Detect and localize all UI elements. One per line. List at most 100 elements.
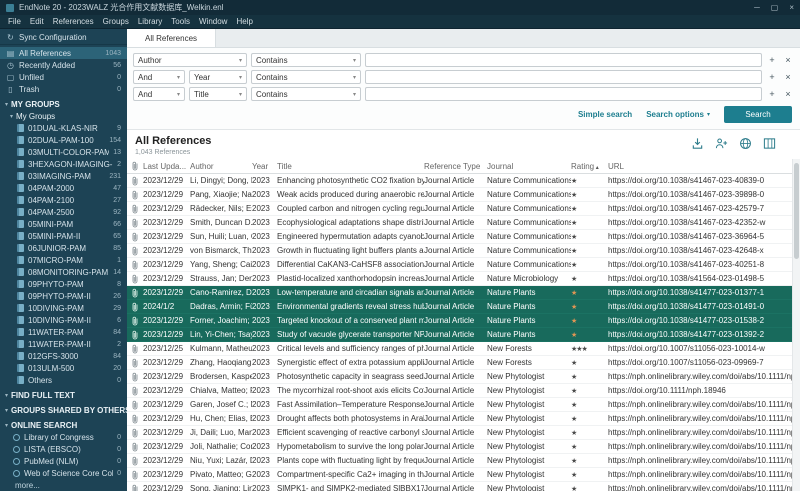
boolean-operator-select[interactable]: And▾ <box>133 70 185 84</box>
menu-groups[interactable]: Groups <box>99 16 133 27</box>
group-item-02dual-pam-100[interactable]: 02DUAL-PAM-100154 <box>0 134 127 146</box>
sidebar-item-trash[interactable]: ▯Trash0 <box>0 83 127 95</box>
menu-library[interactable]: Library <box>134 16 166 27</box>
table-row[interactable]: 2023/12/29Garen, Josef C.; Mich...2023Fa… <box>127 398 792 412</box>
group-item-01dual-klas-nir[interactable]: 01DUAL-KLAS-NIR9 <box>0 122 127 134</box>
minimize-button[interactable]: ─ <box>754 3 760 12</box>
table-row[interactable]: 2023/12/29Pivato, Matteo; Gren...2023Com… <box>127 468 792 482</box>
group-item-04pam-2100[interactable]: 04PAM-210027 <box>0 194 127 206</box>
sidebar-subsection-my-groups[interactable]: ▾ My Groups <box>0 110 127 122</box>
search-button[interactable]: Search <box>724 106 792 123</box>
sidebar-item-recently-added[interactable]: ◷Recently Added56 <box>0 59 127 71</box>
table-row[interactable]: 2023/12/29Li, Dingyi; Dong, Hon...2023En… <box>127 174 792 188</box>
import-references-icon[interactable] <box>691 137 704 150</box>
table-row[interactable]: 2023/12/29Yang, Sheng; Cai, We...2023Dif… <box>127 258 792 272</box>
group-item-10diving-pam[interactable]: 10DIVING-PAM29 <box>0 302 127 314</box>
table-row[interactable]: 2024/1/2Dadras, Armin; Fürst-...2023Envi… <box>127 300 792 314</box>
table-row[interactable]: 2023/12/29Joli, Nathalie; Concia...2023H… <box>127 440 792 454</box>
table-row[interactable]: 2023/12/29Pang, Xiaojie; Nawro...2023Wea… <box>127 188 792 202</box>
remove-search-row-button[interactable]: × <box>782 72 794 82</box>
sidebar-item-all-references[interactable]: ▤All References1043 <box>0 47 127 59</box>
group-item-03multi-color-pam[interactable]: 03MULTI-COLOR-PAM13 <box>0 146 127 158</box>
table-row[interactable]: 2023/12/29Forner, Joachim; Klei...2023Ta… <box>127 314 792 328</box>
search-field-select[interactable]: Author▾ <box>133 53 247 67</box>
table-row[interactable]: 2023/12/29Strauss, Jan; Deng, Lo...2023P… <box>127 272 792 286</box>
search-condition-select[interactable]: Contains▾ <box>251 87 361 101</box>
sidebar-item-unfiled[interactable]: ▢Unfiled0 <box>0 71 127 83</box>
sidebar-section-my-groups[interactable]: ▾ MY GROUPS <box>0 98 127 110</box>
menu-tools[interactable]: Tools <box>167 16 194 27</box>
sidebar-section-find-full-text[interactable]: ▾ FIND FULL TEXT <box>0 389 127 401</box>
column-header-last-upda[interactable]: Last Upda... <box>143 162 190 171</box>
sidebar-sync-configuration[interactable]: ↻ Sync Configuration <box>0 30 127 45</box>
online-item-pubmed-nlm[interactable]: PubMed (NLM)0 <box>0 455 127 467</box>
column-header-title[interactable]: Title <box>277 162 424 171</box>
column-header-year[interactable]: Year <box>252 162 277 171</box>
column-header-url[interactable]: URL <box>608 162 792 171</box>
column-header-rating[interactable]: Rating ▴ <box>571 162 608 171</box>
search-value-input[interactable] <box>365 70 762 84</box>
online-item-lista-ebsco[interactable]: LISTA (EBSCO)0 <box>0 443 127 455</box>
group-item-06junior-pam[interactable]: 06JUNIOR-PAM85 <box>0 242 127 254</box>
online-item-library-of-congress[interactable]: Library of Congress0 <box>0 431 127 443</box>
group-item-07micro-pam[interactable]: 07MICRO-PAM1 <box>0 254 127 266</box>
search-field-select[interactable]: Title▾ <box>189 87 247 101</box>
group-item-05mini-pam-ii[interactable]: 05MINI-PAM-II65 <box>0 230 127 242</box>
online-item-web-of-science-core-colle[interactable]: Web of Science Core Colle...0 <box>0 467 127 479</box>
remove-search-row-button[interactable]: × <box>782 89 794 99</box>
layout-columns-icon[interactable] <box>763 137 776 150</box>
table-row[interactable]: 2023/12/29Chialva, Matteo; Pato...2023Th… <box>127 384 792 398</box>
group-item-03imaging-pam[interactable]: 03IMAGING-PAM231 <box>0 170 127 182</box>
search-condition-select[interactable]: Contains▾ <box>251 53 361 67</box>
sidebar-item-more[interactable]: more... <box>0 479 127 491</box>
search-options-link[interactable]: Search options ▾ <box>646 110 710 119</box>
maximize-button[interactable]: ▢ <box>771 3 779 12</box>
group-item-09phyto-pam-ii[interactable]: 09PHYTO-PAM-II26 <box>0 290 127 302</box>
search-field-select[interactable]: Year▾ <box>189 70 247 84</box>
share-library-icon[interactable] <box>715 137 728 150</box>
group-item-09phyto-pam[interactable]: 09PHYTO-PAM8 <box>0 278 127 290</box>
column-header-journal[interactable]: Journal <box>487 162 571 171</box>
boolean-operator-select[interactable]: And▾ <box>133 87 185 101</box>
column-header-author[interactable]: Author <box>190 162 252 171</box>
add-search-row-button[interactable]: + <box>766 72 778 82</box>
table-row[interactable]: 2023/12/29Hu, Chen; Elias, Edua...2023Dr… <box>127 412 792 426</box>
table-row[interactable]: 2023/12/29Song, Jianing; Lin, Rui...2023… <box>127 482 792 491</box>
column-header-reference-type[interactable]: Reference Type <box>424 162 487 171</box>
group-item-08monitoring-pam[interactable]: 08MONITORING-PAM14 <box>0 266 127 278</box>
sidebar-section-groups-shared[interactable]: ▾ GROUPS SHARED BY OTHERS <box>0 404 127 416</box>
table-row[interactable]: 2023/12/29Sun, Huili; Luan, Guo...2023En… <box>127 230 792 244</box>
table-row[interactable]: 2023/12/29Niu, Yuxi; Lazár, Duša...2023P… <box>127 454 792 468</box>
vertical-scrollbar[interactable] <box>792 159 800 491</box>
tab-all-references[interactable]: All References <box>127 29 216 47</box>
group-item-others[interactable]: Others0 <box>0 374 127 386</box>
online-search-globe-icon[interactable] <box>739 137 752 150</box>
group-item-012gfs-3000[interactable]: 012GFS-300084 <box>0 350 127 362</box>
menu-edit[interactable]: Edit <box>26 16 48 27</box>
add-search-row-button[interactable]: + <box>766 89 778 99</box>
menu-help[interactable]: Help <box>232 16 256 27</box>
table-row[interactable]: 2023/12/29Lin, Yi-Chen; Tsay, Yi-...2023… <box>127 328 792 342</box>
group-item-11water-pam-ii[interactable]: 11WATER-PAM-II2 <box>0 338 127 350</box>
menu-window[interactable]: Window <box>195 16 231 27</box>
remove-search-row-button[interactable]: × <box>782 55 794 65</box>
search-value-input[interactable] <box>365 53 762 67</box>
add-search-row-button[interactable]: + <box>766 55 778 65</box>
table-row[interactable]: 2023/12/29Zhang, Haoqiang; Ha...2023Syne… <box>127 356 792 370</box>
group-item-04pam-2000[interactable]: 04PAM-200047 <box>0 182 127 194</box>
table-row[interactable]: 2023/12/29Ji, Daili; Luo, Manfei; ...202… <box>127 426 792 440</box>
search-value-input[interactable] <box>365 87 762 101</box>
scrollbar-thumb[interactable] <box>794 163 799 259</box>
simple-search-link[interactable]: Simple search <box>578 110 632 119</box>
table-row[interactable]: 2023/12/29Brodersen, Kasper El...2023Pho… <box>127 370 792 384</box>
table-row[interactable]: 2023/12/29Smith, Duncan D.; Ad...2023Eco… <box>127 216 792 230</box>
group-item-10diving-pam-ii[interactable]: 10DIVING-PAM-II6 <box>0 314 127 326</box>
attachment-column-icon[interactable] <box>127 161 143 171</box>
group-item-05mini-pam[interactable]: 05MINI-PAM66 <box>0 218 127 230</box>
table-row[interactable]: 2023/12/29Rädecker, Nils; Escrig...2023C… <box>127 202 792 216</box>
menu-file[interactable]: File <box>4 16 25 27</box>
group-item-013ulm-500[interactable]: 013ULM-50020 <box>0 362 127 374</box>
group-item-11water-pam[interactable]: 11WATER-PAM84 <box>0 326 127 338</box>
group-item-3hexagon-imaging[interactable]: 3HEXAGON-IMAGING-...2 <box>0 158 127 170</box>
group-item-04pam-2500[interactable]: 04PAM-250092 <box>0 206 127 218</box>
